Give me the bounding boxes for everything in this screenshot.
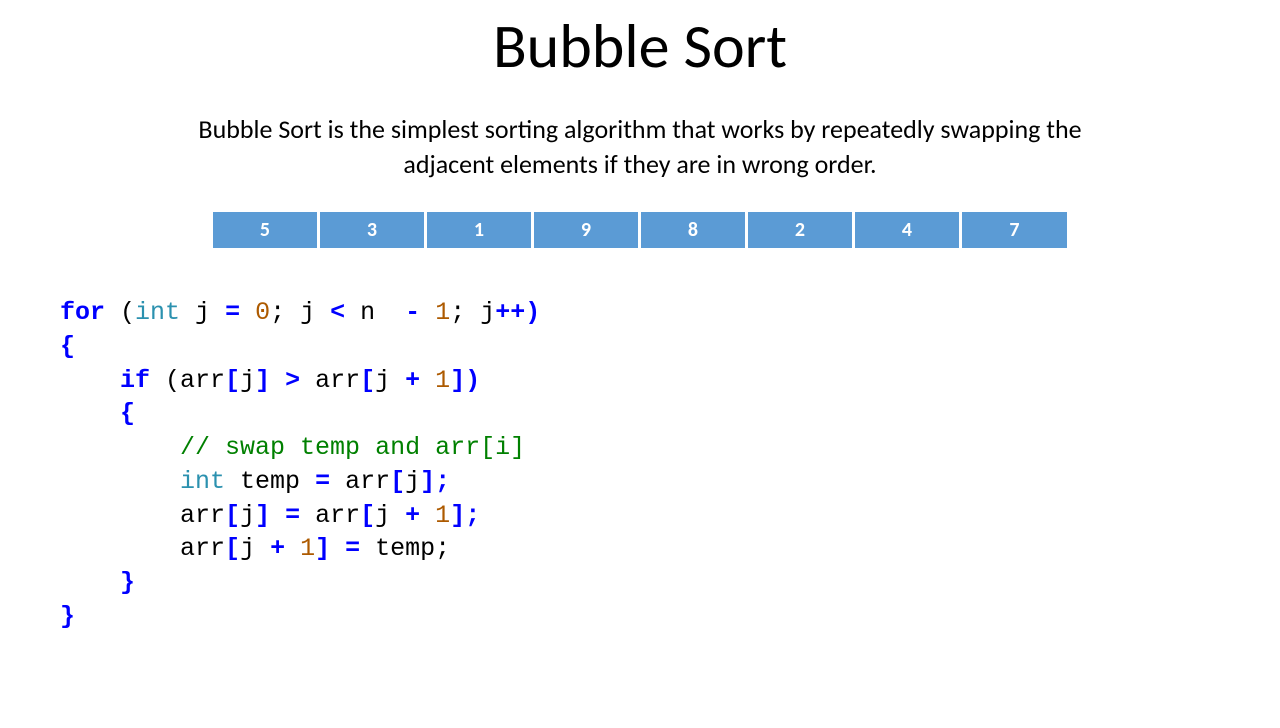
type-int: int [180, 467, 225, 496]
brace: } [120, 568, 135, 597]
bracket: ]; [450, 501, 480, 530]
bracket: [ [225, 534, 240, 563]
code-text: arr [300, 366, 360, 395]
code-text [420, 366, 435, 395]
array-cell: 8 [641, 212, 746, 248]
bracket: ] = [255, 501, 300, 530]
code-text: n [345, 298, 405, 327]
code-text: j [240, 366, 255, 395]
code-text: ; j [450, 298, 495, 327]
comment: // swap temp and arr[i] [180, 433, 525, 462]
code-text: temp [225, 467, 315, 496]
bracket: ] = [315, 534, 360, 563]
bracket: [ [360, 366, 375, 395]
operator: - [405, 298, 420, 327]
bracket: ]) [450, 366, 480, 395]
bracket: [ [225, 501, 240, 530]
code-text: ( [105, 298, 135, 327]
code-text: j [180, 298, 225, 327]
code-text: j [375, 366, 405, 395]
operator: = [315, 467, 330, 496]
type-int: int [135, 298, 180, 327]
operator: + [270, 534, 285, 563]
bracket: ] > [255, 366, 300, 395]
array-cell: 9 [534, 212, 639, 248]
number: 1 [435, 501, 450, 530]
array-cell: 4 [855, 212, 960, 248]
code-text [240, 298, 255, 327]
keyword-if: if [120, 366, 150, 395]
array-cell: 7 [962, 212, 1067, 248]
code-text [420, 501, 435, 530]
code-text: arr [180, 534, 225, 563]
code-block: for (int j = 0; j < n - 1; j++) { if (ar… [60, 296, 1280, 634]
operator: + [405, 501, 420, 530]
brace: { [60, 332, 75, 361]
code-text [420, 298, 435, 327]
operator: ++) [495, 298, 540, 327]
code-text: temp; [360, 534, 450, 563]
brace: { [120, 399, 135, 428]
code-text [285, 534, 300, 563]
page-title: Bubble Sort [0, 8, 1280, 84]
number: 0 [255, 298, 270, 327]
array-cell: 5 [213, 212, 318, 248]
bracket: [ [360, 501, 375, 530]
code-text: arr [180, 501, 225, 530]
number: 1 [435, 366, 450, 395]
code-text: (arr [150, 366, 225, 395]
array-row: 5 3 1 9 8 2 4 7 [0, 212, 1280, 248]
code-text: j [240, 501, 255, 530]
code-text: j [405, 467, 420, 496]
brace: } [60, 602, 75, 631]
array-cell: 3 [320, 212, 425, 248]
array-cell: 1 [427, 212, 532, 248]
code-text: j [375, 501, 405, 530]
bracket: ]; [420, 467, 450, 496]
code-text: j [240, 534, 270, 563]
code-text: arr [330, 467, 390, 496]
operator: = [225, 298, 240, 327]
array-cell: 2 [748, 212, 853, 248]
operator: + [405, 366, 420, 395]
description-text: Bubble Sort is the simplest sorting algo… [180, 112, 1100, 182]
bracket: [ [225, 366, 240, 395]
code-text: ; j [270, 298, 330, 327]
operator: < [330, 298, 345, 327]
code-text: arr [300, 501, 360, 530]
number: 1 [300, 534, 315, 563]
bracket: [ [390, 467, 405, 496]
number: 1 [435, 298, 450, 327]
keyword-for: for [60, 298, 105, 327]
